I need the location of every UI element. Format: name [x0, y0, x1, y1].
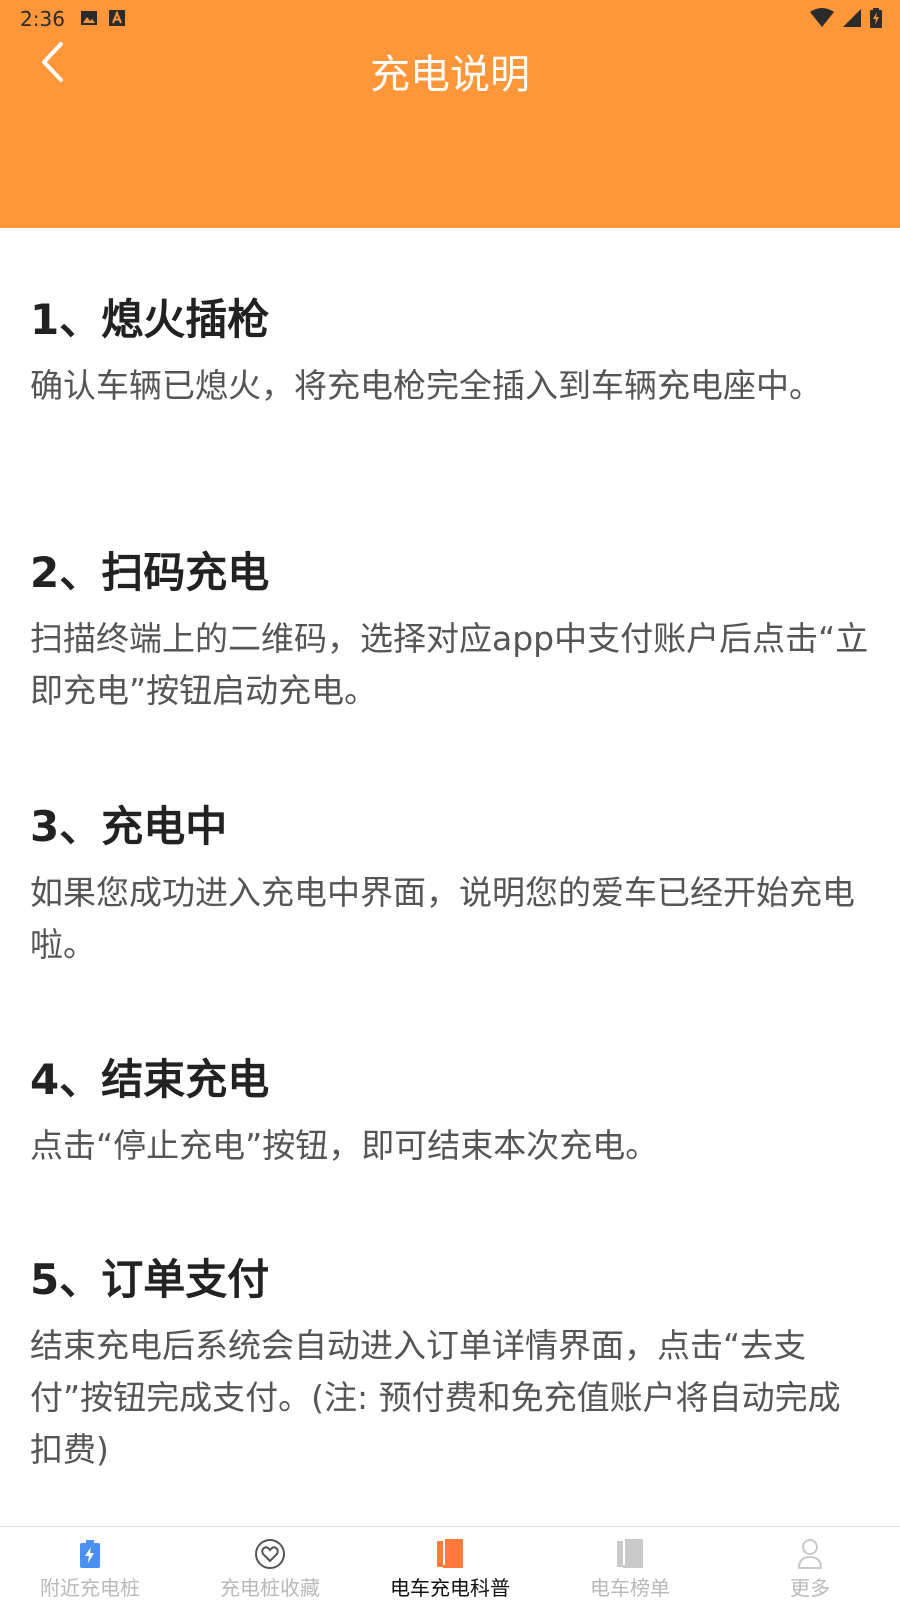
section-step-5: 5、订单支付 结束充电后系统会自动进入订单详情界面，点击“去支付”按钮完成支付。… [30, 1250, 870, 1476]
nav-item-ev-knowledge[interactable]: 电车充电科普 [360, 1527, 540, 1601]
cell-signal-icon [842, 8, 862, 33]
section-title: 5、订单支付 [30, 1255, 270, 1304]
charging-battery-icon [80, 1537, 100, 1570]
header-bar: 2:36 充电说明 [0, 0, 900, 228]
section-body: 确认车辆已熄火，将充电枪完全插入到车辆充电座中。 [30, 366, 822, 405]
list-book-icon [617, 1537, 643, 1570]
nav-label: 电车榜单 [590, 1576, 670, 1600]
nav-label: 电车充电科普 [390, 1576, 510, 1600]
section-step-4: 4、结束充电 点击“停止充电”按钮，即可结束本次充电。 [30, 1050, 658, 1172]
nav-label: 附近充电桩 [40, 1576, 140, 1600]
heart-icon [254, 1537, 286, 1570]
person-icon [797, 1537, 823, 1570]
nav-label: 充电桩收藏 [220, 1576, 320, 1600]
nav-label: 更多 [790, 1576, 830, 1600]
section-body: 如果您成功进入充电中界面，说明您的爱车已经开始充电啦。 [30, 873, 855, 964]
section-step-3: 3、充电中 如果您成功进入充电中界面，说明您的爱车已经开始充电啦。 [30, 797, 870, 971]
wifi-icon [810, 8, 834, 33]
app-notification-icon [108, 8, 126, 32]
page-title: 充电说明 [370, 52, 530, 98]
nav-item-ev-ranking[interactable]: 电车榜单 [540, 1527, 720, 1601]
nav-item-more[interactable]: 更多 [720, 1527, 900, 1601]
section-step-2: 2、扫码充电 扫描终端上的二维码，选择对应app中支付账户后点击“立即充电”按钮… [30, 543, 870, 717]
image-notification-icon [80, 8, 98, 32]
status-bar: 2:36 [0, 0, 900, 36]
status-time: 2:36 [20, 7, 65, 31]
section-title: 1、熄火插枪 [30, 295, 270, 344]
section-title: 3、充电中 [30, 802, 228, 851]
battery-icon [870, 8, 882, 33]
book-icon [437, 1537, 463, 1570]
nav-item-nearby-chargers[interactable]: 附近充电桩 [0, 1527, 180, 1601]
section-body: 扫描终端上的二维码，选择对应app中支付账户后点击“立即充电”按钮启动充电。 [30, 619, 869, 710]
section-body: 结束充电后系统会自动进入订单详情界面，点击“去支付”按钮完成支付。(注: 预付费… [30, 1326, 841, 1469]
section-step-1: 1、熄火插枪 确认车辆已熄火，将充电枪完全插入到车辆充电座中。 [30, 290, 822, 412]
section-title: 4、结束充电 [30, 1055, 270, 1104]
bottom-nav: 附近充电桩 充电桩收藏 电车充电科普 电车榜单 更多 [0, 1526, 900, 1601]
section-title: 2、扫码充电 [30, 548, 270, 597]
nav-item-favorites[interactable]: 充电桩收藏 [180, 1527, 360, 1601]
section-body: 点击“停止充电”按钮，即可结束本次充电。 [30, 1126, 659, 1165]
